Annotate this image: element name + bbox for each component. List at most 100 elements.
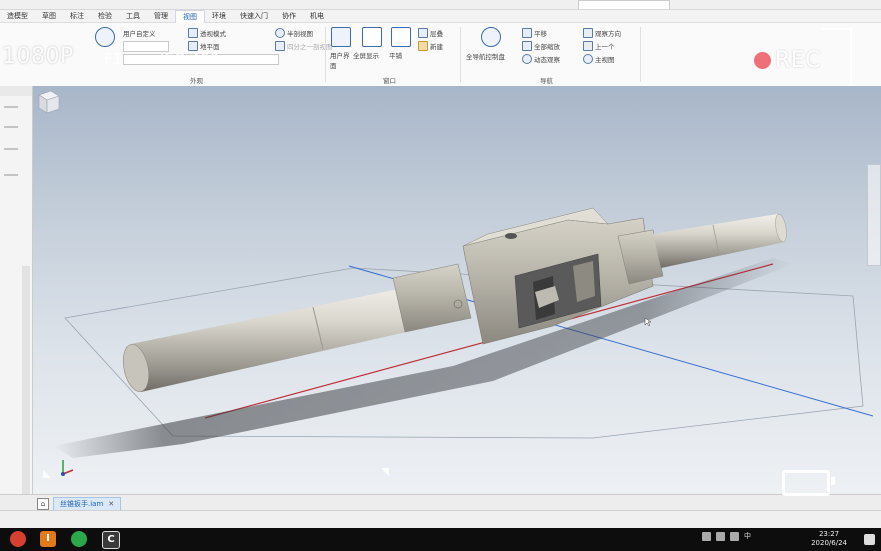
full-screen-icon[interactable] <box>362 27 382 47</box>
ribbon-tab[interactable]: 工具 <box>119 10 147 22</box>
notification-icon[interactable] <box>864 534 875 545</box>
new-window-item[interactable]: 新建 <box>418 41 443 51</box>
ribbon-separator <box>460 27 461 82</box>
axis-triad <box>43 460 74 478</box>
windows-group-label: 窗口 <box>383 77 396 85</box>
model-canvas <box>43 207 874 478</box>
record-dot-icon <box>754 52 771 69</box>
home-icon[interactable]: ⌂ <box>37 498 49 510</box>
navigate-group-label: 导航 <box>540 77 553 85</box>
user-interface-item[interactable]: 用户界面 <box>330 50 352 70</box>
viewcube-icon[interactable] <box>33 86 63 116</box>
clock-date: 2020/6/24 <box>811 539 847 547</box>
ribbon-separator <box>325 27 326 82</box>
steering-wheel-item[interactable]: 全导航控制盘 <box>466 51 505 61</box>
browser-row[interactable] <box>4 126 18 128</box>
quarter-section-item[interactable]: 四分之一剖视图 <box>275 41 333 51</box>
steering-wheel-icon[interactable] <box>481 27 501 47</box>
quarter-section-icon <box>275 41 285 51</box>
home-view-icon <box>583 54 593 64</box>
ribbon-tab[interactable]: 协作 <box>275 10 303 22</box>
ribbon-tab[interactable]: 标注 <box>63 10 91 22</box>
tile-icon[interactable] <box>391 27 411 47</box>
graphics-viewport[interactable] <box>33 86 881 494</box>
cascade-icon <box>418 28 428 38</box>
view-face-icon <box>583 28 593 38</box>
title-bar <box>0 0 881 10</box>
ime-indicator[interactable]: 中 <box>744 531 751 541</box>
cascade-label: 层叠 <box>430 30 443 38</box>
new-window-icon <box>418 41 428 51</box>
ribbon-tab[interactable]: 机电 <box>303 10 331 22</box>
perspective-item[interactable]: 透视模式 <box>188 28 226 38</box>
home-view-label: 主视图 <box>595 56 615 64</box>
ribbon-tab[interactable]: 快速入门 <box>233 10 275 22</box>
document-tab[interactable]: 丝锥扳手.iam ✕ <box>53 497 122 511</box>
taskbar-clock[interactable]: 23:27 2020/6/24 <box>811 530 847 548</box>
user-defined-item[interactable]: 用户自定义 <box>123 28 156 38</box>
corner-marker <box>381 468 389 476</box>
tile-label: 平铺 <box>389 52 402 60</box>
visual-style-icon[interactable] <box>95 27 115 47</box>
perspective-icon <box>188 28 198 38</box>
model-browser-header <box>0 86 32 96</box>
app-c-icon[interactable]: C <box>102 531 120 549</box>
pan-label: 平移 <box>534 30 547 38</box>
view-face-label: 观察方向 <box>595 30 621 38</box>
chrome-icon[interactable] <box>10 531 26 547</box>
previous-view-item[interactable]: 上一个 <box>583 41 615 51</box>
doc-tab-left <box>0 494 33 511</box>
zoom-all-item[interactable]: 全部缩放 <box>522 41 560 51</box>
previous-view-icon <box>583 41 593 51</box>
appearance-group-label: 外观 <box>190 77 203 85</box>
user-defined-label: 用户自定义 <box>123 30 156 38</box>
browser-scrollbar[interactable] <box>22 266 30 496</box>
ribbon-tab[interactable]: 造模型 <box>0 10 35 22</box>
document-tab-bar: ⌂ 丝锥扳手.iam ✕ <box>33 494 881 511</box>
pan-item[interactable]: 平移 <box>522 28 547 38</box>
user-interface-icon[interactable] <box>331 27 351 47</box>
cascade-item[interactable]: 层叠 <box>418 28 443 38</box>
browser-row[interactable] <box>4 106 18 108</box>
windows-taskbar: I C 中 23:27 2020/6/24 <box>0 528 881 551</box>
battery-icon <box>782 470 835 496</box>
tray-battery-icon[interactable] <box>730 531 739 541</box>
steering-wheel-label: 全导航控制盘 <box>466 53 505 61</box>
tray-network-icon[interactable] <box>702 531 711 541</box>
model-browser[interactable] <box>0 86 33 496</box>
f-overlay: F1 <box>104 50 123 68</box>
browser-row[interactable] <box>4 148 18 150</box>
previous-view-label: 上一个 <box>595 43 615 51</box>
browser-row[interactable] <box>4 174 18 176</box>
ribbon-tab[interactable]: 草图 <box>35 10 63 22</box>
full-screen-item[interactable]: 全屏显示 <box>353 50 379 60</box>
inventor-icon[interactable]: I <box>40 531 56 547</box>
orbit-label: 动态观察 <box>534 56 560 64</box>
status-bar <box>0 510 881 529</box>
tile-item[interactable]: 平铺 <box>389 50 402 60</box>
orbit-item[interactable]: 动态观察 <box>522 54 560 64</box>
help-search-input[interactable] <box>578 0 670 9</box>
home-view-item[interactable]: 主视图 <box>583 54 615 64</box>
user-interface-label: 用户界面 <box>330 52 350 70</box>
half-section-label: 半剖视图 <box>287 30 313 38</box>
wechat-icon[interactable] <box>71 531 87 547</box>
new-window-label: 新建 <box>430 43 443 51</box>
perspective-label: 透视模式 <box>200 30 226 38</box>
ribbon-tabs: 造模型 草图 标注 检验 工具 管理 视图 环境 快速入门 协作 机电 <box>0 9 881 23</box>
ribbon-tab[interactable]: 检验 <box>91 10 119 22</box>
view-face-item[interactable]: 观察方向 <box>583 28 621 38</box>
half-section-item[interactable]: 半剖视图 <box>275 28 313 38</box>
ribbon-tab[interactable]: 环境 <box>205 10 233 22</box>
ribbon-panel: 用户自定义 透视模式 地平面 半剖视图 四分之一剖视图 外观 用户界面 全屏显示… <box>0 23 881 87</box>
ribbon-tab[interactable]: 视图 <box>175 9 205 23</box>
orbit-icon <box>522 54 532 64</box>
tray-volume-icon[interactable] <box>716 531 725 541</box>
ribbon-tab[interactable]: 管理 <box>147 10 175 22</box>
close-tab-icon[interactable]: ✕ <box>108 498 114 510</box>
document-tab-label: 丝锥扳手.iam <box>60 500 104 508</box>
resolution-overlay: 1080P <box>2 44 74 69</box>
navigation-bar[interactable] <box>867 164 881 266</box>
ribbon-separator <box>640 27 641 82</box>
clock-time: 23:27 <box>818 530 840 538</box>
